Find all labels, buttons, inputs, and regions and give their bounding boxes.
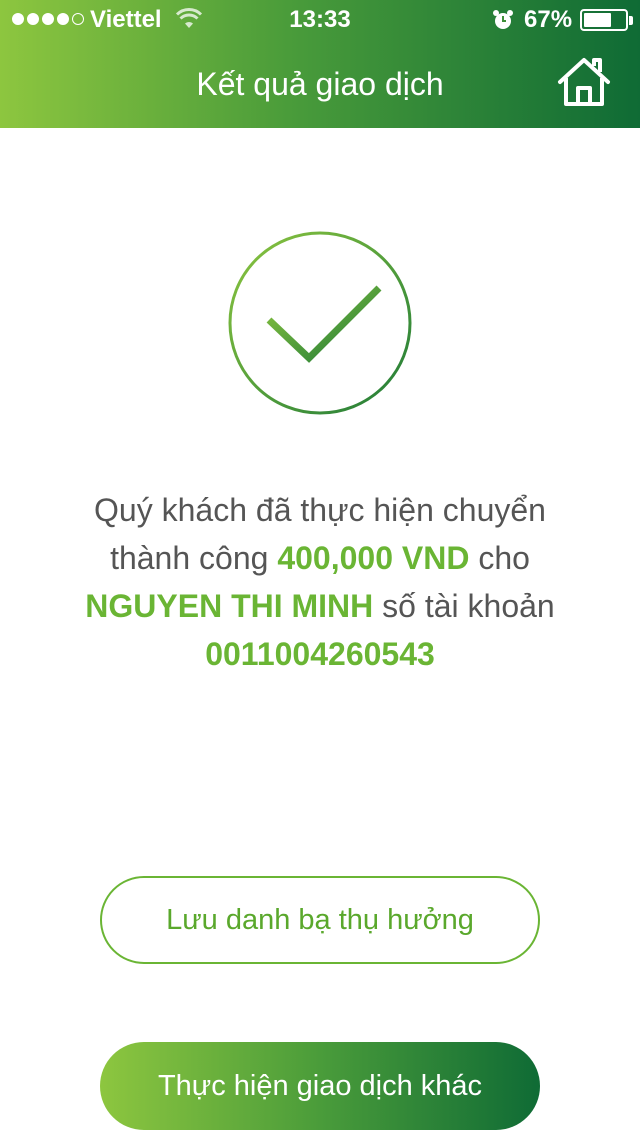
recipient-name: NGUYEN THI MINH: [85, 588, 374, 624]
status-bar: Viettel 13:33 67%: [0, 0, 640, 40]
battery-icon: [580, 9, 628, 31]
message-to: cho: [469, 540, 530, 576]
transfer-amount: 400,000 VND: [277, 540, 470, 576]
page-title: Kết quả giao dịch: [196, 66, 444, 102]
alarm-icon: [492, 9, 514, 38]
battery-level: [584, 13, 611, 27]
home-icon: [558, 58, 610, 106]
app-header: Viettel 13:33 67% Kết quả giao dịch: [0, 0, 640, 128]
account-number: 0011004260543: [205, 636, 435, 672]
checkmark-circle-icon: [227, 230, 413, 416]
result-message: Quý khách đã thực hiện chuyển thành công…: [60, 486, 580, 678]
message-account: số tài khoản: [373, 588, 555, 624]
new-transaction-button[interactable]: Thực hiện giao dịch khác: [100, 1042, 540, 1130]
save-beneficiary-button[interactable]: Lưu danh bạ thụ hưởng: [100, 876, 540, 964]
battery-tip: [629, 16, 633, 25]
battery-percentage: 67%: [524, 6, 573, 33]
home-button[interactable]: [556, 56, 612, 108]
